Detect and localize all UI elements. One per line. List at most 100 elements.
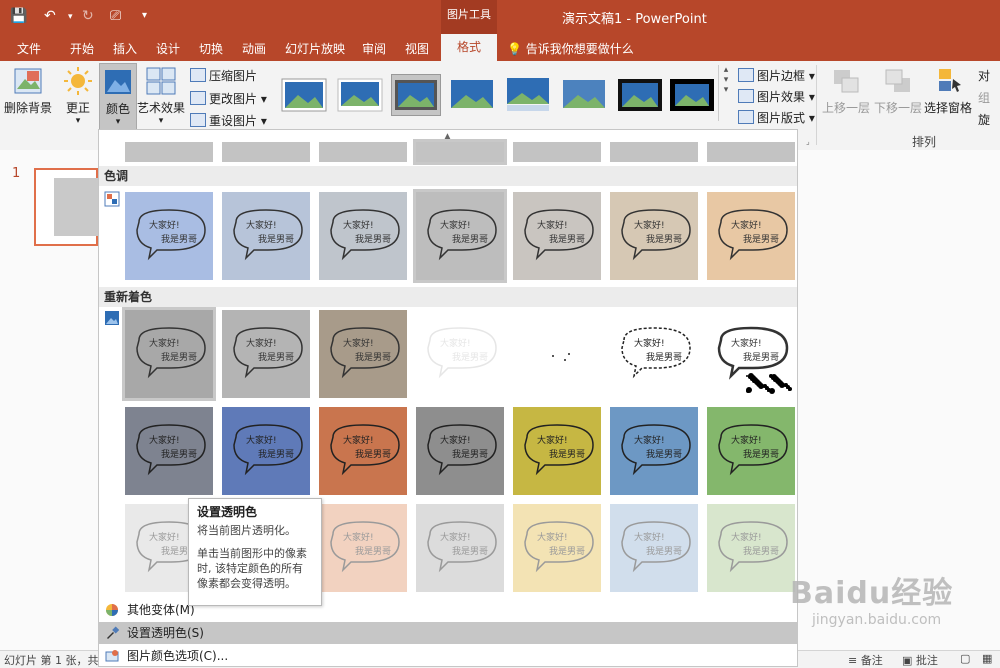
svg-text:我是男哥: 我是男哥 [161,449,197,460]
color-variant-thumb[interactable]: 大家好! 我是男哥 [125,407,213,495]
scroll-up-arrow-icon[interactable]: ▲ [444,132,451,142]
saturation-variant-thumb[interactable] [610,142,698,162]
color-variant-thumb[interactable]: 大家好! 我是男哥 [416,504,504,592]
dialog-launcher-icon[interactable]: ⌟ [806,137,810,146]
color-variant-thumb[interactable]: 大家好! 我是男哥 [707,192,795,280]
picture-style-thumb[interactable] [448,75,496,115]
start-slideshow-icon[interactable]: ⎚ [110,8,121,24]
picture-effects-icon [738,89,754,103]
save-icon[interactable]: 💾 [10,8,27,24]
saturation-variant-thumb[interactable] [707,142,795,162]
color-variant-thumb[interactable]: 大家好! 我是男哥 [610,192,698,280]
group-button[interactable]: 组 [978,89,990,106]
picture-effects-button[interactable]: 图片效果 ▾ [738,88,815,105]
ribbon-tabs: 文件 开始 插入 设计 切换 动画 幻灯片放映 审阅 视图 格式 💡 告诉我你想… [0,34,1000,61]
svg-text:大家好!: 大家好! [731,531,762,543]
color-variant-thumb[interactable]: 大家好! 我是男哥 [513,407,601,495]
gallery-scroll[interactable]: ▴ ▾ ▾ [718,65,733,121]
tab-animations[interactable]: 动画 [242,40,266,57]
color-button[interactable]: 颜色 ▾ [99,63,137,135]
tab-slideshow[interactable]: 幻灯片放映 [285,40,345,57]
tab-review[interactable]: 审阅 [362,40,386,57]
color-variant-thumb[interactable]: 大家好! 我是男哥 [416,310,504,398]
svg-text:大家好!: 大家好! [246,337,277,349]
saturation-variant-thumb[interactable] [222,142,310,162]
saturation-variant-thumb[interactable] [513,142,601,162]
color-variant-thumb[interactable]: 大家好! 我是男哥 [319,407,407,495]
picture-style-thumb[interactable] [560,75,608,115]
picture-style-thumb[interactable] [280,75,328,115]
svg-text:大家好!: 大家好! [149,531,180,543]
reset-picture-button[interactable]: 重设图片 ▾ [190,112,267,129]
picture-style-thumb[interactable] [616,75,664,115]
tab-file[interactable]: 文件 [17,40,41,57]
saturation-variant-thumb[interactable] [416,142,504,162]
comments-button[interactable]: ▣ 批注 [902,652,938,668]
picture-style-thumb[interactable] [336,75,384,115]
picture-color-options-icon [105,650,119,662]
color-variant-thumb[interactable]: 大家好! 我是男哥 [610,310,698,398]
sorter-view-icon[interactable]: ▦ [982,652,992,665]
color-variant-thumb[interactable]: 大家好! 我是男哥 [707,504,795,592]
saturation-variant-thumb[interactable] [125,142,213,162]
slide-thumbnail[interactable] [34,168,98,246]
undo-dropdown-icon[interactable]: ▾ [68,12,73,22]
artistic-effects-button[interactable]: 艺术效果 ▾ [136,67,186,126]
send-backward-button[interactable]: 下移一层 [872,67,924,116]
tab-insert[interactable]: 插入 [113,40,137,57]
bring-forward-button[interactable]: 上移一层 [820,67,872,116]
selection-pane-button[interactable]: 选择窗格 [922,67,974,116]
corrections-button[interactable]: 更正 ▾ [60,67,96,126]
color-variant-thumb[interactable]: 大家好! 我是男哥 [222,192,310,280]
saturation-variant-thumb[interactable] [319,142,407,162]
tab-design[interactable]: 设计 [156,40,180,57]
picture-border-button[interactable]: 图片边框 ▾ [738,67,815,84]
rotate-button[interactable]: 旋 [978,111,990,128]
normal-view-icon[interactable]: ▢ [960,652,970,665]
change-picture-icon [190,91,206,105]
tab-home[interactable]: 开始 [70,40,94,57]
svg-text:大家好!: 大家好! [731,337,762,349]
svg-text:我是男哥: 我是男哥 [646,352,682,363]
remove-background-button[interactable]: 删除背景 [4,67,52,116]
svg-text:大家好!: 大家好! [634,219,665,231]
color-variant-thumb[interactable]: 大家好! 我是男哥 [513,192,601,280]
svg-text:大家好!: 大家好! [440,337,471,349]
slide-thumbnail-image [54,178,98,236]
color-variant-thumb[interactable]: 大家好! 我是男哥 [513,504,601,592]
color-variant-thumb[interactable]: 大家好! 我是男哥 [319,504,407,592]
picture-style-thumb[interactable] [668,75,716,115]
tab-transitions[interactable]: 切换 [199,40,223,57]
color-variant-thumb[interactable]: 大家好! 我是男哥 [610,504,698,592]
picture-color-options-item[interactable]: 图片颜色选项(C)... [99,645,797,667]
bring-forward-icon [834,70,859,93]
color-variant-thumb[interactable]: 大家好! 我是男哥 [610,407,698,495]
color-variant-thumb[interactable]: 大家好! 我是男哥 [707,310,795,398]
color-variant-thumb[interactable]: 大家好! 我是男哥 [707,407,795,495]
undo-icon[interactable]: ↶ [44,8,56,24]
color-variant-thumb[interactable]: 大家好! 我是男哥 [416,407,504,495]
color-variant-thumb[interactable]: 大家好! 我是男哥 [319,192,407,280]
tab-format[interactable]: 格式 [441,34,497,61]
set-transparent-color-item[interactable]: 设置透明色(S) [99,622,797,644]
customize-qat-icon[interactable]: ▾ [142,10,147,21]
picture-layout-button[interactable]: 图片版式 ▾ [738,109,815,126]
color-variant-thumb[interactable]: 大家好! 我是男哥 [222,310,310,398]
color-variant-thumb[interactable]: 大家好! 我是男哥 [319,310,407,398]
svg-text:大家好!: 大家好! [343,337,374,349]
color-variant-thumb[interactable] [513,310,601,398]
color-variant-thumb[interactable]: 大家好! 我是男哥 [416,192,504,280]
notes-button[interactable]: ≡ 备注 [848,652,883,668]
tab-view[interactable]: 视图 [405,40,429,57]
compress-pictures-button[interactable]: 压缩图片 [190,67,257,84]
color-variant-thumb[interactable]: 大家好! 我是男哥 [125,310,213,398]
tell-me-box[interactable]: 💡 告诉我你想要做什么 [507,40,634,57]
picture-style-thumb[interactable] [391,74,441,116]
color-variant-thumb[interactable]: 大家好! 我是男哥 [125,192,213,280]
redo-icon[interactable]: ↻ [82,8,94,24]
change-picture-button[interactable]: 更改图片 ▾ [190,90,267,107]
color-variant-thumb[interactable]: 大家好! 我是男哥 [222,407,310,495]
svg-text:大家好!: 大家好! [537,434,568,446]
align-button[interactable]: 对 [978,67,990,84]
picture-style-thumb[interactable] [504,75,552,115]
